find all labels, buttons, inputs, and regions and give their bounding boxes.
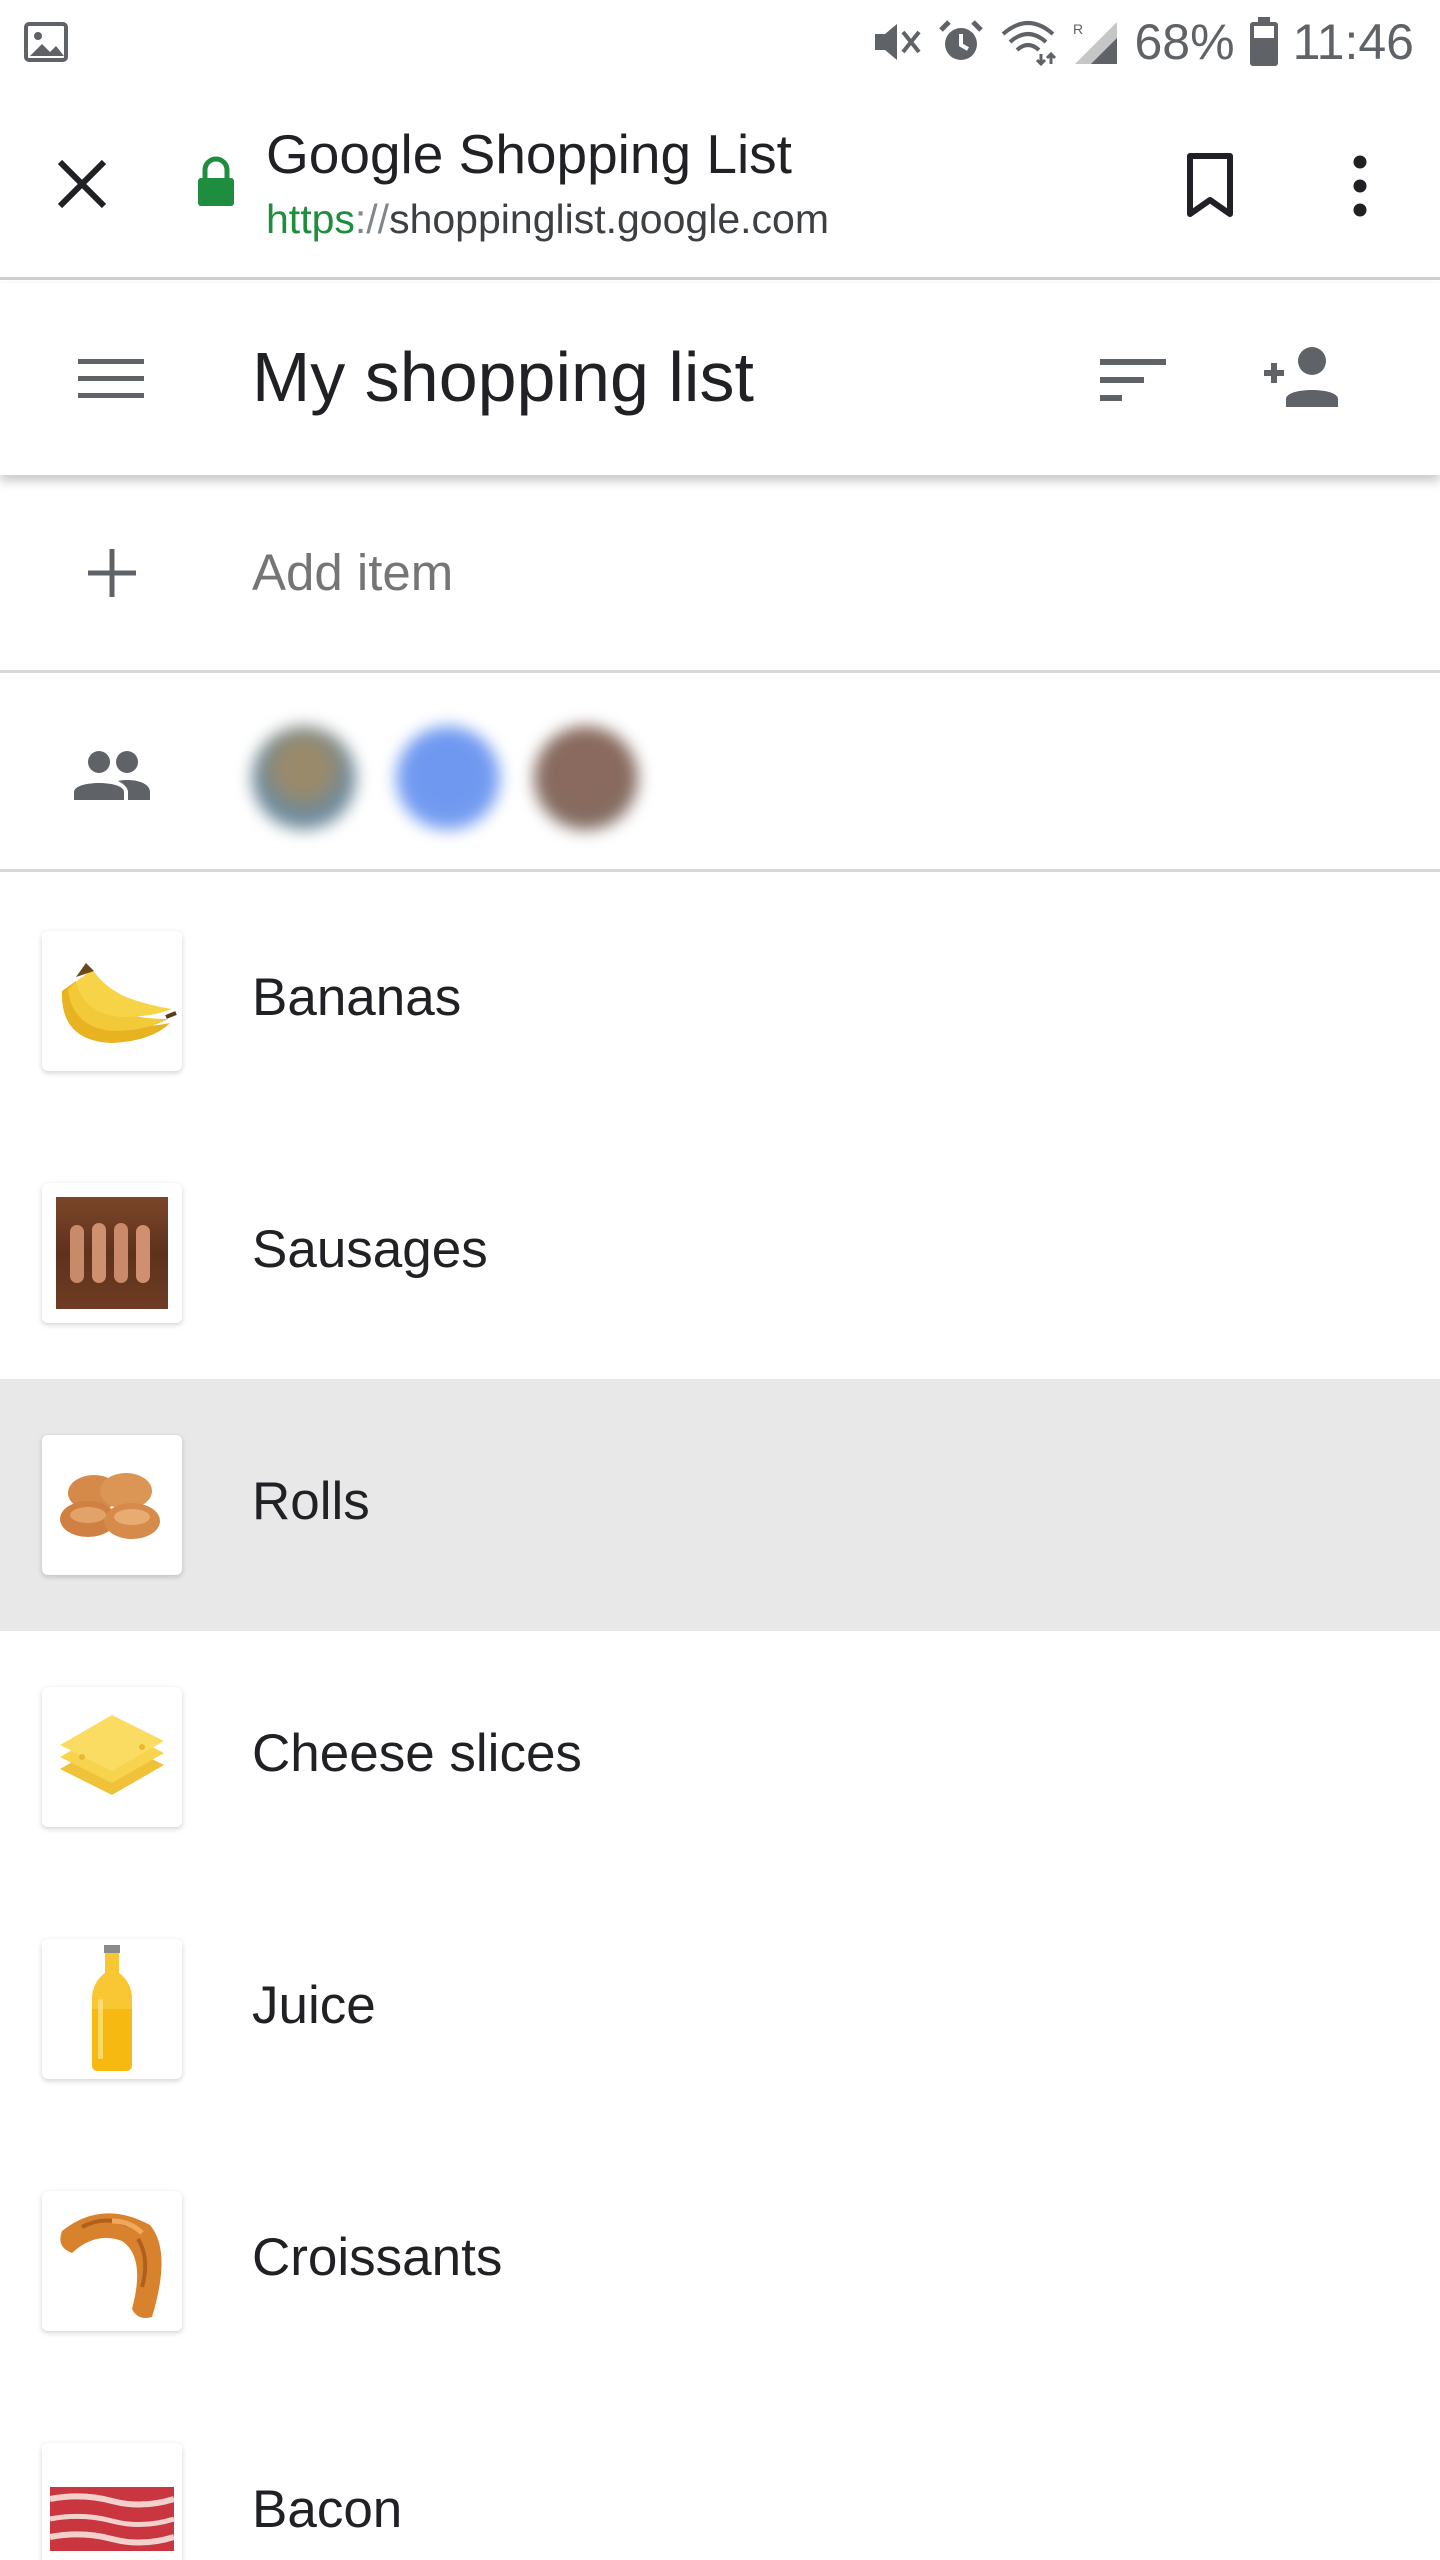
url-host: shoppinglist.google.com <box>389 196 829 242</box>
bananas-thumbnail <box>42 931 182 1071</box>
people-icon <box>72 748 152 802</box>
add-item-input[interactable]: Add item <box>252 543 453 602</box>
juice-thumbnail <box>42 1939 182 2079</box>
item-label: Croissants <box>252 2228 503 2287</box>
url-separator: :// <box>354 196 390 242</box>
bacon-thumbnail <box>42 2443 182 2560</box>
gallery-notification-icon <box>24 22 68 67</box>
close-icon[interactable] <box>52 154 112 214</box>
item-label: Bacon <box>252 2480 403 2539</box>
list-item[interactable]: Bacon <box>0 2387 1440 2560</box>
croissant-thumbnail <box>42 2191 182 2331</box>
lock-icon <box>196 156 236 208</box>
wifi-icon <box>999 18 1057 66</box>
menu-icon[interactable] <box>78 357 146 401</box>
svg-text:R: R <box>1073 21 1083 37</box>
collaborator-avatar[interactable] <box>252 726 356 830</box>
list-item[interactable]: Cheese slices <box>0 1631 1440 1883</box>
list-item[interactable]: Sausages <box>0 1127 1440 1379</box>
list-item[interactable]: Bananas <box>0 875 1440 1127</box>
clock: 11:46 <box>1292 14 1414 70</box>
shopping-item-list: Bananas Sausages Rolls Cheese slices Jui… <box>0 875 1440 2560</box>
list-item-selected[interactable]: Rolls <box>0 1379 1440 1631</box>
browser-toolbar: Google Shopping List https://shoppinglis… <box>0 84 1440 280</box>
add-person-icon[interactable] <box>1260 343 1344 409</box>
item-label: Cheese slices <box>252 1724 582 1783</box>
item-label: Bananas <box>252 968 462 1027</box>
collaborator-avatar[interactable] <box>396 726 500 830</box>
list-item[interactable]: Croissants <box>0 2135 1440 2387</box>
collaborators-row[interactable] <box>0 676 1440 872</box>
alarm-icon <box>937 18 985 66</box>
cheese-thumbnail <box>42 1687 182 1827</box>
app-header: My shopping list <box>0 283 1440 475</box>
battery-icon <box>1249 17 1279 67</box>
bookmark-icon[interactable] <box>1180 152 1240 220</box>
sausages-thumbnail <box>42 1183 182 1323</box>
collaborator-avatar[interactable] <box>534 726 638 830</box>
item-label: Rolls <box>252 1472 370 1531</box>
browser-page-title: Google Shopping List <box>266 123 792 185</box>
status-bar: R 68% 11:46 <box>0 0 1440 84</box>
url-scheme: https <box>266 196 355 242</box>
item-label: Sausages <box>252 1220 488 1279</box>
page-title: My shopping list <box>252 338 754 416</box>
sort-icon[interactable] <box>1098 357 1168 403</box>
plus-icon[interactable] <box>84 545 140 601</box>
item-label: Juice <box>252 1976 376 2035</box>
rolls-thumbnail <box>42 1435 182 1575</box>
mute-icon <box>871 18 923 66</box>
browser-url[interactable]: https://shoppinglist.google.com <box>266 196 829 243</box>
signal-icon: R <box>1071 18 1121 66</box>
more-vert-icon[interactable] <box>1330 152 1390 220</box>
add-item-row[interactable]: Add item <box>0 475 1440 673</box>
battery-percent: 68% <box>1134 14 1235 70</box>
list-item[interactable]: Juice <box>0 1883 1440 2135</box>
